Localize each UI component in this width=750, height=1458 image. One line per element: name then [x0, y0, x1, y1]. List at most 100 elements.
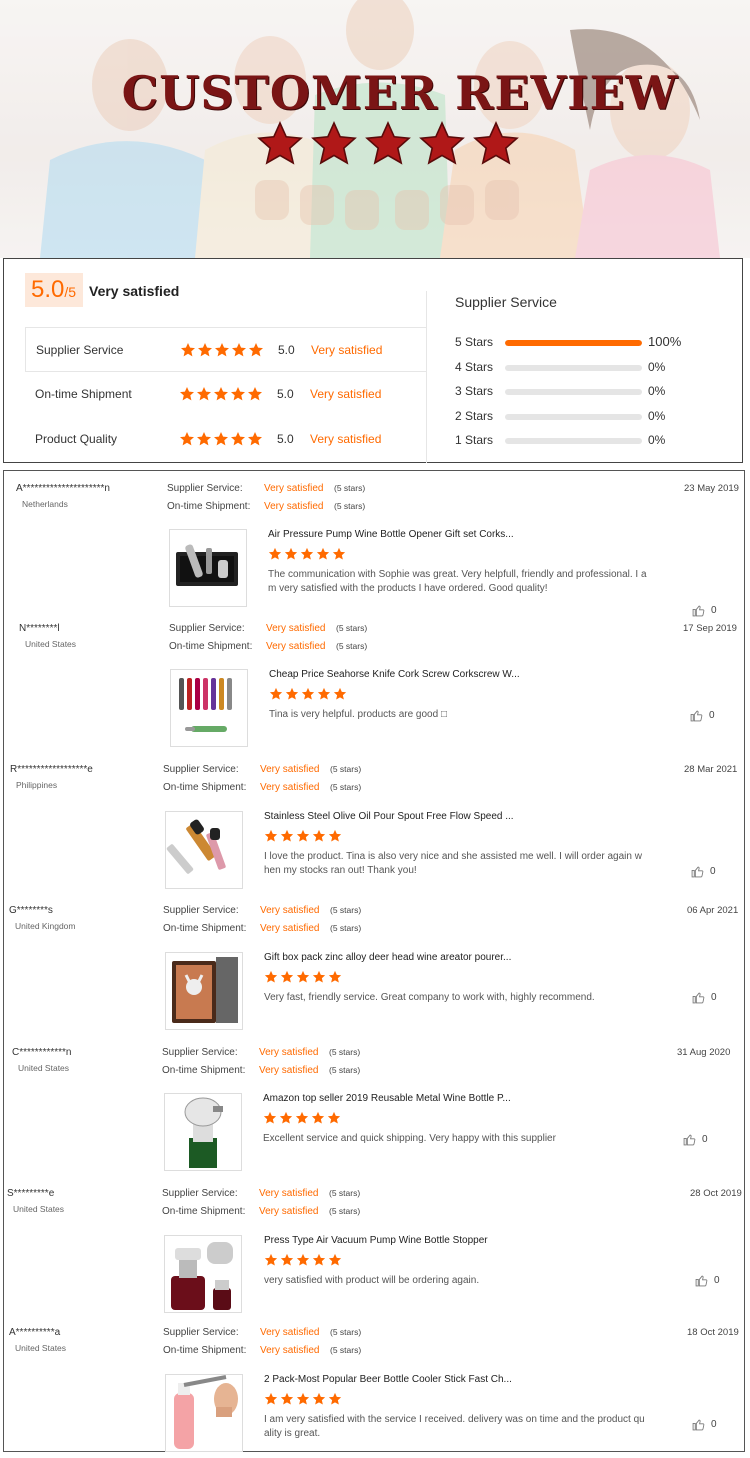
- star-icon: [232, 343, 246, 357]
- review-stars: [263, 1111, 341, 1125]
- reviewer-name: S*********e: [7, 1188, 55, 1199]
- distribution-row: 1 Stars 0%: [455, 431, 735, 449]
- pour-spouts-image: [166, 812, 242, 888]
- star-icon: [280, 970, 294, 983]
- shipment-satisfaction: Very satisfied: [264, 501, 324, 512]
- like-button[interactable]: 0: [695, 1274, 720, 1287]
- shipment-stars: (5 stars): [329, 1065, 361, 1075]
- like-count: 0: [702, 1134, 708, 1145]
- product-thumbnail[interactable]: [169, 529, 247, 607]
- like-button[interactable]: 0: [692, 604, 717, 617]
- product-title-link[interactable]: Cheap Price Seahorse Knife Cork Screw Co…: [269, 669, 520, 680]
- product-thumbnail[interactable]: [164, 1093, 242, 1171]
- supplier-service-stars: (5 stars): [330, 764, 362, 774]
- like-button[interactable]: 0: [683, 1133, 708, 1146]
- supplier-service-label: Supplier Service:: [163, 905, 239, 916]
- distribution-label: 5 Stars: [455, 335, 494, 349]
- deer-gift-box-image: [166, 953, 242, 1029]
- product-thumbnail[interactable]: [165, 811, 243, 889]
- review-stars: [264, 970, 342, 984]
- distribution-label: 4 Stars: [455, 359, 494, 374]
- star-icon: [263, 1111, 277, 1124]
- distribution-row: 3 Stars 0%: [455, 382, 735, 400]
- shipment-stars: (5 stars): [329, 1206, 361, 1216]
- review-date: 06 Apr 2021: [687, 905, 739, 916]
- product-title-link[interactable]: Gift box pack zinc alloy deer head wine …: [264, 952, 511, 963]
- reviewer-name: A**********a: [9, 1327, 61, 1338]
- like-button[interactable]: 0: [691, 865, 716, 878]
- supplier-service-satisfaction: Very satisfied: [259, 1188, 319, 1199]
- supplier-service-stars: (5 stars): [329, 1188, 361, 1198]
- like-button[interactable]: 0: [692, 1418, 717, 1431]
- star-icon: [269, 687, 283, 700]
- star-icon: [473, 121, 519, 165]
- shipment-satisfaction: Very satisfied: [259, 1065, 319, 1076]
- distribution-percent: 0%: [648, 384, 666, 398]
- distribution-label: 1 Stars: [455, 433, 494, 447]
- rating-value: 5.0: [278, 343, 295, 357]
- shipment-satisfaction: Very satisfied: [266, 641, 326, 652]
- reviewer-country: Philippines: [16, 780, 58, 790]
- star-icon: [248, 387, 262, 401]
- star-icon: [264, 1392, 278, 1405]
- star-icon: [214, 387, 228, 401]
- shipment-stars: (5 stars): [330, 782, 362, 792]
- shipment-label: On-time Shipment:: [169, 641, 253, 652]
- star-icon: [312, 1253, 326, 1266]
- distribution-percent: 0%: [648, 359, 666, 374]
- star-icon: [300, 547, 314, 560]
- review-stars: [264, 1253, 342, 1267]
- supplier-service-label: Supplier Service:: [162, 1047, 238, 1058]
- star-icon: [328, 970, 342, 983]
- star-icon: [249, 343, 263, 357]
- reviewer-country: United Kingdom: [15, 921, 76, 931]
- review-text: The communication with Sophie was great.…: [268, 569, 647, 594]
- rating-stars: [179, 386, 263, 402]
- review-date: 31 Aug 2020: [677, 1047, 731, 1058]
- shipment-satisfaction: Very satisfied: [260, 923, 320, 934]
- shipment-label: On-time Shipment:: [163, 782, 247, 793]
- product-title-link[interactable]: 2 Pack-Most Popular Beer Bottle Cooler S…: [264, 1374, 512, 1385]
- product-thumbnail[interactable]: [164, 1235, 242, 1313]
- thumbs-up-icon: [692, 1419, 705, 1431]
- product-title-link[interactable]: Press Type Air Vacuum Pump Wine Bottle S…: [264, 1235, 488, 1246]
- supplier-service-stars: (5 stars): [334, 483, 366, 493]
- shipment-label: On-time Shipment:: [163, 923, 247, 934]
- shipment-satisfaction: Very satisfied: [260, 782, 320, 793]
- review-text: I love the product. Tina is also very ni…: [264, 851, 642, 876]
- product-title-link[interactable]: Amazon top seller 2019 Reusable Metal Wi…: [263, 1093, 511, 1104]
- rating-breakdown-table: Supplier Service 5.0 Very satisfied On-time…: [25, 327, 427, 462]
- star-icon: [328, 1392, 342, 1405]
- supplier-service-rating: Supplier Service: Very satisfied (5 stars): [162, 1188, 360, 1199]
- shipment-rating: On-time Shipment: Very satisfied (5 stars): [162, 1206, 360, 1217]
- shipment-label: On-time Shipment:: [163, 1345, 247, 1356]
- star-icon: [365, 121, 411, 165]
- star-icon: [264, 970, 278, 983]
- thumbs-up-icon: [695, 1275, 708, 1287]
- rating-satisfaction: Very satisfied: [311, 343, 383, 357]
- star-icon: [317, 687, 331, 700]
- shipment-satisfaction: Very satisfied: [260, 1345, 320, 1356]
- like-button[interactable]: 0: [690, 709, 715, 722]
- like-button[interactable]: 0: [692, 991, 717, 1004]
- shipment-satisfaction: Very satisfied: [259, 1206, 319, 1217]
- rating-value: 5.0: [277, 387, 294, 401]
- thumbs-up-icon: [690, 710, 703, 722]
- star-icon: [296, 829, 310, 842]
- product-title-link[interactable]: Air Pressure Pump Wine Bottle Opener Gif…: [268, 529, 514, 540]
- product-thumbnail[interactable]: [165, 1374, 243, 1452]
- product-title-link[interactable]: Stainless Steel Olive Oil Pour Spout Fre…: [264, 811, 514, 822]
- product-thumbnail[interactable]: [165, 952, 243, 1030]
- rating-label: On-time Shipment: [35, 387, 132, 401]
- product-thumbnail[interactable]: [170, 669, 248, 747]
- distribution-row: 2 Stars 0%: [455, 407, 735, 425]
- overall-score-suffix: /5: [64, 284, 77, 300]
- like-count: 0: [710, 866, 716, 877]
- review-text: I am very satisfied with the service I r…: [264, 1414, 645, 1439]
- star-icon: [280, 829, 294, 842]
- supplier-service-stars: (5 stars): [330, 1327, 362, 1337]
- wine-gift-set-image: [170, 530, 246, 606]
- distribution-label: 3 Stars: [455, 384, 494, 398]
- shipment-stars: (5 stars): [330, 923, 362, 933]
- rating-row: Supplier Service 5.0 Very satisfied: [25, 327, 427, 372]
